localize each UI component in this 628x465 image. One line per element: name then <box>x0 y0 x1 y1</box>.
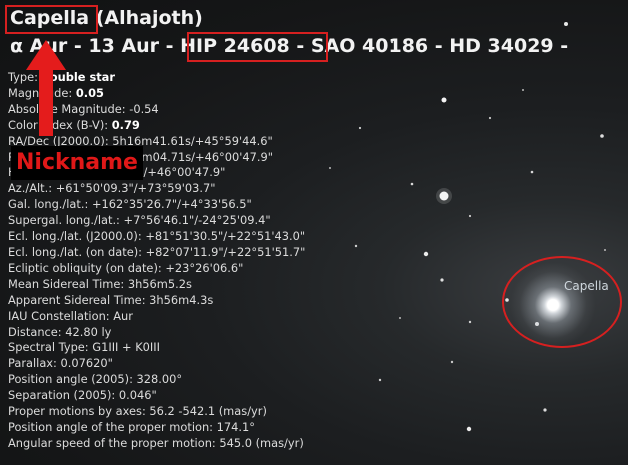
info-apparent-sidereal: Apparent Sidereal Time: 3h56m4.3s <box>8 292 214 307</box>
object-alt-name: (Alhajoth) <box>95 7 203 29</box>
capella-highlight-circle <box>502 256 622 348</box>
arrow-up-icon <box>26 40 66 136</box>
hip-highlight-box <box>187 32 328 62</box>
info-parallax: Parallax: 0.07620" <box>8 356 113 371</box>
nickname-label: Nickname <box>11 146 143 180</box>
info-distance: Distance: 42.80 ly <box>8 324 112 339</box>
info-galactic: Gal. long./lat.: +162°35'26.7"/+4°33'56.… <box>8 197 252 212</box>
name-highlight-box <box>5 5 98 34</box>
info-mean-sidereal: Mean Sidereal Time: 3h56m5.2s <box>8 276 192 291</box>
capella-sky-label[interactable]: Capella <box>564 279 609 293</box>
info-supergalactic: Supergal. long./lat.: +7°56'46.1"/-24°25… <box>8 213 271 228</box>
info-separation: Separation (2005): 0.046" <box>8 388 157 403</box>
info-position-angle: Position angle (2005): 328.00° <box>8 372 183 387</box>
info-spectral-type: Spectral Type: G1III + K0III <box>8 340 160 355</box>
info-pm-angle: Position angle of the proper motion: 174… <box>8 419 255 434</box>
info-ecliptic-date: Ecl. long./lat. (on date): +82°07'11.9"/… <box>8 244 306 259</box>
info-ecliptic-obliquity: Ecliptic obliquity (on date): +23°26'06.… <box>8 260 244 275</box>
info-proper-motions: Proper motions by axes: 56.2 -542.1 (mas… <box>8 404 267 419</box>
info-constellation: IAU Constellation: Aur <box>8 308 133 323</box>
info-ecliptic-j2000: Ecl. long./lat. (J2000.0): +81°51'30.5"/… <box>8 229 306 244</box>
designation-suffix: - SAO 40186 - HD 34029 - <box>289 35 569 57</box>
info-azalt: Az./Alt.: +61°50'09.3"/+73°59'03.7" <box>8 181 216 196</box>
info-pm-speed: Angular speed of the proper motion: 545.… <box>8 435 304 450</box>
